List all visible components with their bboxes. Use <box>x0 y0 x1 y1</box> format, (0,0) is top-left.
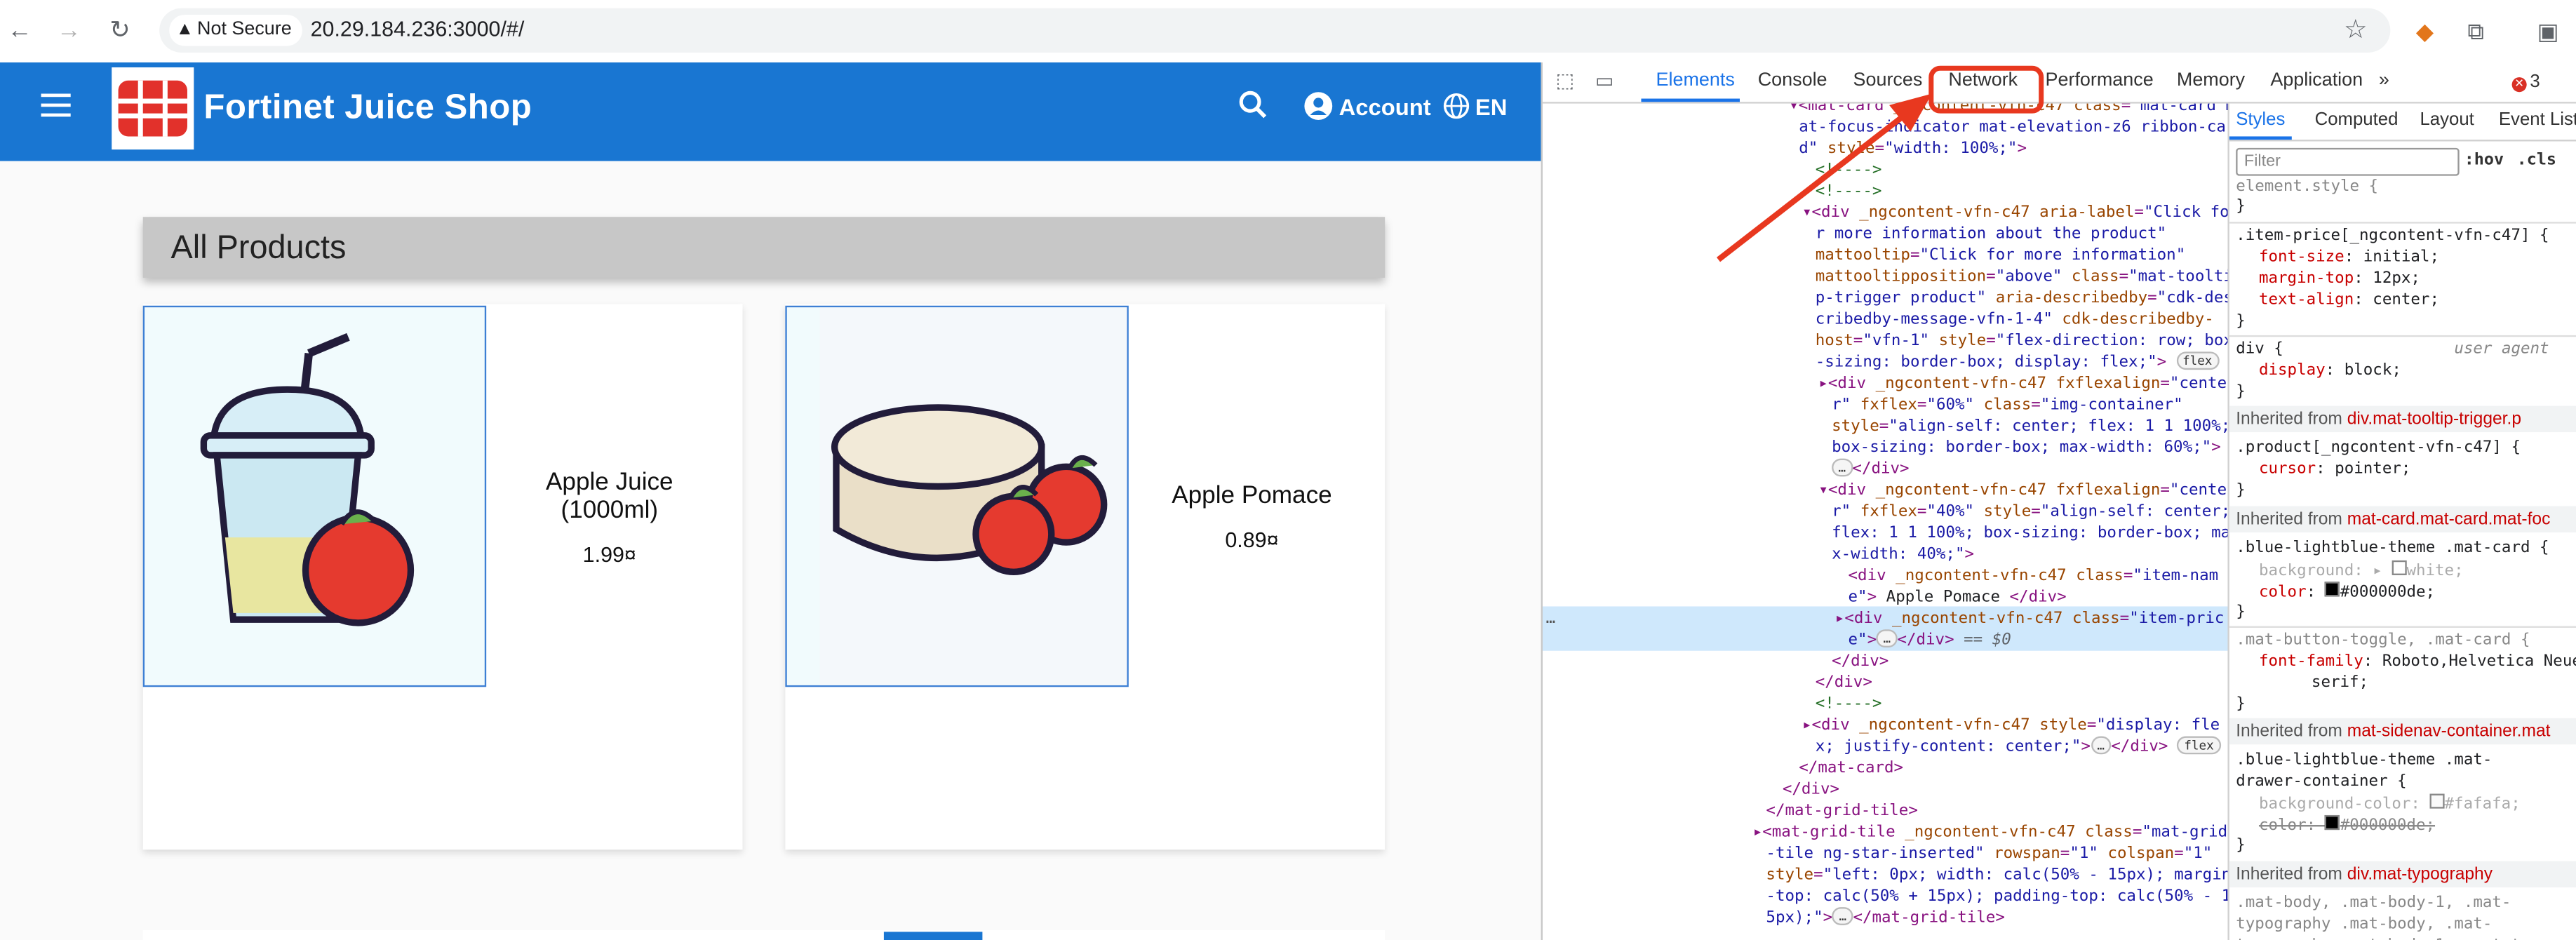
annotation-arrow <box>1717 93 1932 262</box>
network-tab-highlight <box>1928 65 2044 114</box>
